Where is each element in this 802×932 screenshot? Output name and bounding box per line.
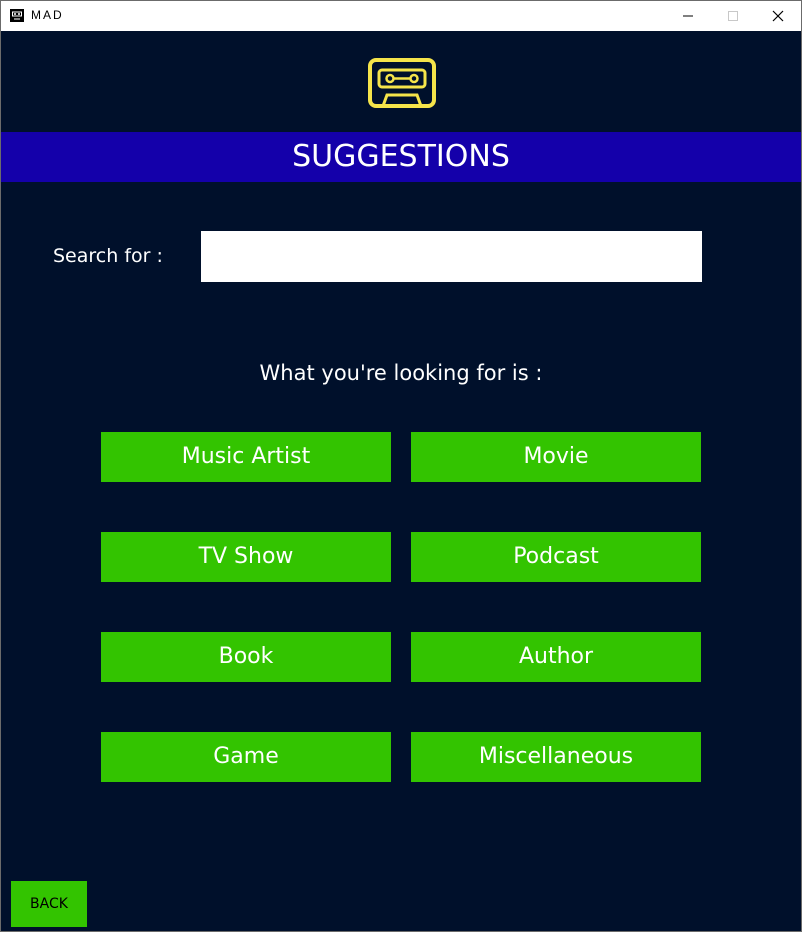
music-artist-button[interactable]: Music Artist	[101, 432, 391, 482]
page-title: SUGGESTIONS	[1, 132, 801, 182]
movie-button[interactable]: Movie	[411, 432, 701, 482]
search-label: Search for :	[53, 245, 163, 267]
cassette-icon	[368, 58, 436, 108]
maximize-button[interactable]	[710, 1, 756, 31]
app-window: MAD SUGGESTIONS Search for : What you're…	[0, 0, 802, 932]
miscellaneous-button[interactable]: Miscellaneous	[411, 732, 701, 782]
title-bar: MAD	[1, 1, 801, 31]
book-button[interactable]: Book	[101, 632, 391, 682]
podcast-button[interactable]: Podcast	[411, 532, 701, 582]
back-button[interactable]: BACK	[11, 881, 87, 927]
window-title: MAD	[31, 8, 64, 22]
game-button[interactable]: Game	[101, 732, 391, 782]
cassette-icon	[10, 9, 24, 22]
search-input[interactable]	[201, 231, 702, 282]
maximize-icon	[728, 11, 738, 21]
close-icon	[772, 10, 784, 22]
minimize-icon	[683, 15, 693, 17]
close-button[interactable]	[755, 1, 801, 31]
tv-show-button[interactable]: TV Show	[101, 532, 391, 582]
author-button[interactable]: Author	[411, 632, 701, 682]
category-prompt: What you're looking for is :	[259, 361, 543, 385]
minimize-button[interactable]	[665, 1, 711, 31]
